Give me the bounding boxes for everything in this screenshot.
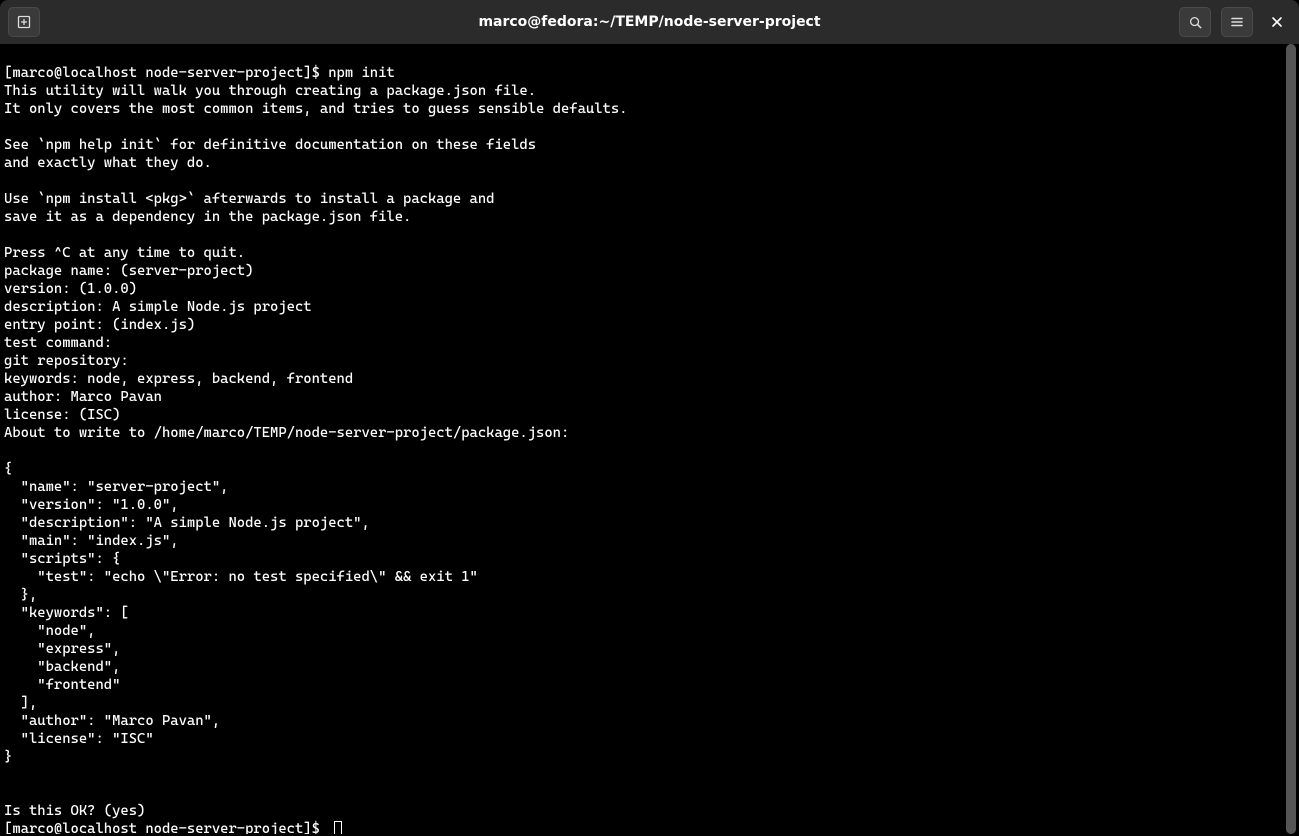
terminal-line: description: A simple Node.js project	[4, 299, 312, 315]
terminal-line: "backend",	[4, 659, 120, 675]
window-title: marco@fedora:~/TEMP/node-server-project	[478, 14, 820, 30]
terminal-line: ],	[4, 695, 37, 711]
terminal-line: Is this OK? (yes)	[4, 803, 154, 819]
terminal-line: "license": "ISC"	[4, 731, 154, 747]
scrollbar-thumb[interactable]	[1286, 44, 1296, 834]
terminal-line: "main": "index.js",	[4, 533, 179, 549]
terminal-line: "scripts": {	[4, 551, 120, 567]
terminal-line: and exactly what they do.	[4, 155, 212, 171]
terminal-line: test command:	[4, 335, 120, 351]
terminal-line: "frontend"	[4, 677, 120, 693]
terminal-line: This utility will walk you through creat…	[4, 83, 536, 99]
terminal-line: license: (ISC)	[4, 407, 129, 423]
terminal-line: "express",	[4, 641, 120, 657]
terminal-line: "author": "Marco Pavan",	[4, 713, 220, 729]
terminal-line: entry point: (index.js)	[4, 317, 204, 333]
terminal-prompt: [marco@localhost node-server-project]$	[4, 820, 328, 834]
terminal-prompt-line: [marco@localhost node-server-project]$	[4, 820, 1281, 834]
terminal-line: Press ^C at any time to quit.	[4, 245, 245, 261]
titlebar: marco@fedora:~/TEMP/node-server-project	[0, 0, 1299, 44]
new-tab-button[interactable]	[8, 7, 40, 37]
terminal-line: },	[4, 587, 37, 603]
terminal-line: It only covers the most common items, an…	[4, 101, 627, 117]
search-button[interactable]	[1179, 7, 1211, 37]
cursor-icon	[334, 821, 342, 834]
titlebar-right	[1179, 7, 1291, 37]
terminal-line: "node",	[4, 623, 95, 639]
titlebar-left	[8, 7, 44, 37]
terminal-line: About to write to /home/marco/TEMP/node-…	[4, 425, 569, 441]
terminal-line: "version": "1.0.0",	[4, 497, 179, 513]
terminal-line: author: Marco Pavan	[4, 389, 162, 405]
close-button[interactable]	[1263, 8, 1291, 36]
terminal-line: "description": "A simple Node.js project…	[4, 515, 370, 531]
terminal-line: package name: (server-project)	[4, 263, 262, 279]
terminal-line: "keywords": [	[4, 605, 129, 621]
terminal-line: version: (1.0.0)	[4, 281, 145, 297]
terminal-line: "test": "echo \"Error: no test specified…	[4, 569, 478, 585]
terminal-line: save it as a dependency in the package.j…	[4, 209, 411, 225]
scrollbar[interactable]	[1286, 44, 1296, 834]
terminal-line: git repository:	[4, 353, 137, 369]
terminal-line: keywords: node, express, backend, fronte…	[4, 371, 353, 387]
terminal-line: "name": "server-project",	[4, 479, 228, 495]
hamburger-menu-button[interactable]	[1221, 7, 1253, 37]
terminal-line: [marco@localhost node-server-project]$ n…	[4, 65, 395, 81]
terminal-line: {	[4, 461, 12, 477]
terminal-line: Use `npm install <pkg>` afterwards to in…	[4, 191, 494, 207]
terminal-line: See `npm help init` for definitive docum…	[4, 137, 536, 153]
terminal-viewport[interactable]: [marco@localhost node-server-project]$ n…	[0, 44, 1285, 834]
terminal-line: }	[4, 749, 12, 765]
